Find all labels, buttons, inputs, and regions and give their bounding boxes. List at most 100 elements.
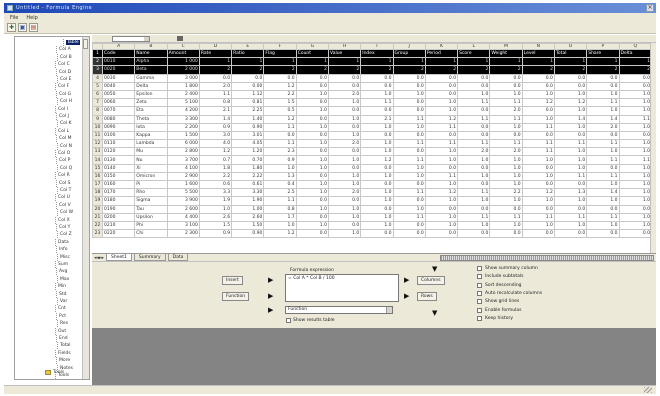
grid-cell[interactable]: 5 100 (166, 98, 200, 108)
grid-cell[interactable]: 0090 (101, 122, 136, 132)
grid-cell[interactable]: 2 400 (166, 89, 200, 100)
grid-cell[interactable]: 2.60 (231, 212, 265, 222)
grid-cell[interactable]: 1.0 (360, 212, 394, 222)
grid-cell[interactable]: 1.1 (618, 114, 652, 124)
close-button[interactable]: × (646, 4, 654, 12)
row-header[interactable]: 9 (92, 114, 103, 124)
grid-cell[interactable]: 1.0 (392, 122, 426, 132)
grid-cell[interactable]: 1.0 (618, 98, 652, 108)
grid-cell[interactable]: 0120 (101, 147, 136, 157)
row-header[interactable]: 18 (92, 188, 103, 198)
field-name-cell[interactable]: Index (360, 48, 394, 59)
grid-cell[interactable]: 1.1 (392, 212, 426, 222)
grid-cell[interactable]: 0190 (101, 204, 136, 214)
grid-cell[interactable]: 5 500 (166, 188, 200, 198)
grid-cell[interactable]: 1.0 (295, 106, 329, 116)
field-name-cell[interactable]: Amount (166, 48, 200, 59)
grid-cell[interactable]: 0.0 (327, 73, 362, 83)
grid-cell[interactable]: 1.0 (489, 220, 523, 231)
grid-cell[interactable]: 0.0 (553, 204, 588, 214)
grid-cell[interactable]: 0.0 (360, 179, 394, 190)
grid-cell[interactable]: 1.4 (586, 114, 620, 124)
tree-item[interactable]: Table (63, 39, 80, 46)
grid-cell[interactable]: 0.61 (231, 179, 265, 190)
grid-cell[interactable]: 0.0 (327, 122, 362, 132)
grid-cell[interactable]: 1.0 (295, 179, 329, 190)
grid-cell[interactable]: 1.0 (618, 89, 652, 100)
grid-cell[interactable]: 1.00 (231, 204, 265, 214)
grid-cell[interactable]: 1.0 (489, 122, 523, 132)
grid-cell[interactable]: Zeta (134, 98, 168, 108)
grid-cell[interactable]: 0.0 (392, 106, 426, 116)
row-header[interactable]: 19 (92, 196, 103, 206)
grid-cell[interactable]: 1.0 (489, 171, 523, 182)
grid-cell[interactable]: 0.0 (392, 196, 426, 206)
grid-cell[interactable]: 0220 (101, 229, 136, 239)
grid-cell[interactable]: Gamma (134, 73, 168, 83)
grid-cell[interactable]: Sigma (134, 196, 168, 206)
grid-cell[interactable]: Rho (134, 188, 168, 198)
grid-cell[interactable]: 1.0 (489, 155, 523, 165)
grid-cell[interactable]: Mu (134, 147, 168, 157)
open-icon[interactable]: ▣ (18, 23, 27, 32)
grid-cell[interactable]: Eta (134, 106, 168, 116)
grid-cell[interactable]: 2.25 (231, 106, 265, 116)
grid-cell[interactable]: 1.0 (360, 188, 394, 198)
grid-cell[interactable]: 1.0 (392, 204, 426, 214)
checkbox-box[interactable] (477, 274, 482, 280)
grid-cell[interactable]: 0.0 (553, 179, 588, 190)
grid-cell[interactable]: 0.70 (231, 155, 265, 165)
grid-cell[interactable]: Nu (134, 155, 168, 165)
grid-cell[interactable]: 1.7 (263, 212, 297, 222)
tree-item[interactable]: Pct (56, 312, 66, 320)
grid-cell[interactable]: 0.0 (424, 130, 459, 141)
grid-cell[interactable]: 2.2 (263, 89, 297, 100)
rows-button[interactable]: Rows (417, 292, 437, 301)
grid-cell[interactable]: 0200 (101, 212, 136, 222)
grid-cell[interactable]: 1.0 (392, 163, 426, 173)
grid-cell[interactable]: 1 500 (166, 130, 200, 141)
sheet-tab-3[interactable]: Data (167, 254, 189, 261)
tree-item[interactable]: Info (56, 246, 68, 254)
grid-cell[interactable]: 0.0 (327, 147, 362, 157)
row-header[interactable]: 7 (92, 98, 103, 108)
grid-cell[interactable]: 0.0 (295, 130, 329, 141)
tree-item[interactable]: Col C (55, 61, 70, 69)
sheet-tab-1[interactable]: Sheet1 (106, 254, 132, 261)
grid-cell[interactable]: 1.0 (618, 212, 652, 222)
tree-item[interactable]: Data (55, 238, 69, 246)
grid-cell[interactable]: 1.0 (553, 89, 588, 100)
grid-cell[interactable]: 1.0 (618, 163, 652, 173)
option-checkbox[interactable]: Include subtotals (477, 274, 524, 280)
grid-cell[interactable]: 1.2 (553, 98, 588, 108)
tree-item[interactable]: Col L (55, 127, 69, 135)
grid-cell[interactable]: 1.0 (295, 122, 329, 132)
tree-item[interactable]: Col G (56, 90, 71, 98)
grid-cell[interactable]: 0.0 (392, 147, 426, 157)
formula-input[interactable]: = Col A * Col B / 100 (285, 274, 399, 302)
grid-cell[interactable]: 0.00 (231, 81, 265, 91)
grid-cell[interactable]: 0.0 (489, 73, 523, 83)
grid-cell[interactable]: 1.0 (586, 89, 620, 100)
grid-cell[interactable]: 1.0 (521, 155, 555, 165)
grid-cell[interactable]: 1.2 (263, 114, 297, 124)
grid-cell[interactable]: 0.0 (295, 81, 329, 91)
grid-cell[interactable]: 1.0 (360, 89, 394, 100)
grid-cell[interactable]: 1.0 (327, 130, 362, 141)
grid-cell[interactable]: 1.0 (360, 147, 394, 157)
grid-cell[interactable]: 1.0 (618, 179, 652, 190)
sheet-tab-2[interactable]: Summary (133, 254, 166, 261)
grid-cell[interactable]: 2.0 (586, 122, 620, 132)
grid-cell[interactable]: 0.0 (521, 73, 555, 83)
grid-cell[interactable]: 0.0 (327, 106, 362, 116)
grid-cell[interactable]: 0170 (101, 188, 136, 198)
grid-cell[interactable]: 0080 (101, 114, 136, 124)
grid-cell[interactable]: 0.0 (424, 73, 459, 83)
grid-cell[interactable]: 2 (263, 65, 297, 75)
grid-cell[interactable]: 1.1 (489, 98, 523, 108)
grid-cell[interactable]: 0.0 (198, 73, 233, 83)
grid-cell[interactable]: 1.8 (198, 163, 233, 173)
grid-cell[interactable]: 0.0 (295, 114, 329, 124)
tree-item[interactable]: Total (57, 342, 71, 350)
grid-cell[interactable]: 0.81 (231, 98, 265, 108)
